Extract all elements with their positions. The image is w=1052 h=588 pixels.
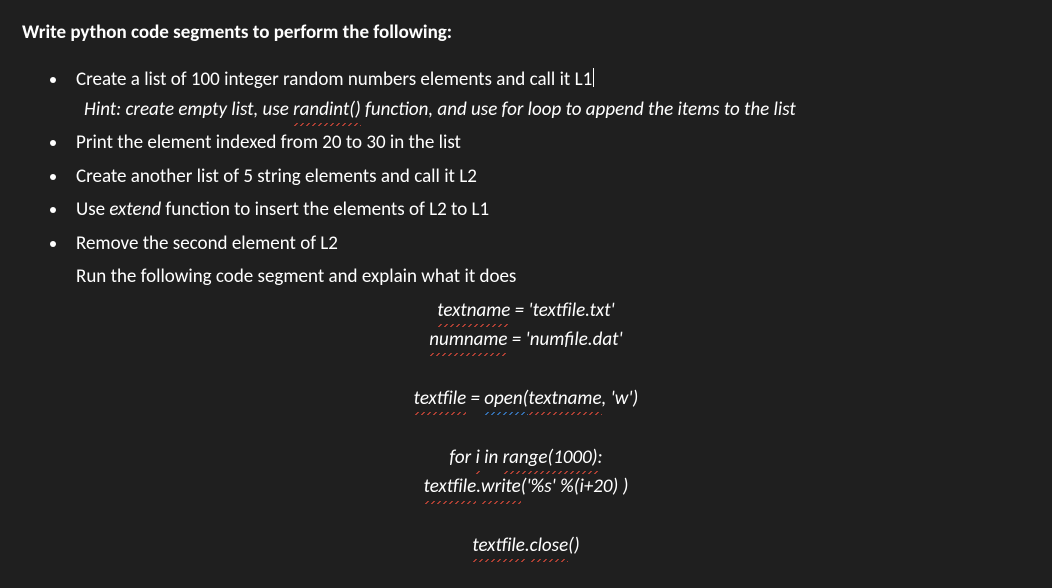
code-textfile-3: textfile bbox=[472, 531, 525, 560]
bullet-1: Create a list of 100 integer random numb… bbox=[68, 63, 1030, 126]
hint-randint: randint() bbox=[293, 95, 361, 124]
hint-pre: Hint: create empty list, use bbox=[84, 98, 293, 121]
code-textname: textname bbox=[437, 296, 510, 325]
code-block: textname = 'textfile.txt' numname = 'num… bbox=[22, 296, 1030, 561]
code-line-5: textfile.write('%s' %(i+20) ) bbox=[22, 472, 1030, 501]
code-l4-post: : bbox=[598, 446, 603, 469]
code-open-arg: textname bbox=[528, 384, 601, 413]
code-textfile-2: textfile bbox=[424, 472, 477, 501]
bullet-4-post: function to insert the elements of L2 to… bbox=[161, 198, 489, 221]
bullet-5: Remove the second element of L2 bbox=[68, 227, 1030, 260]
code-blank-2 bbox=[22, 413, 1030, 442]
code-i: i bbox=[475, 443, 479, 472]
bullet-6-text: Run the following code segment and expla… bbox=[76, 265, 516, 288]
code-l5-rest: ('%s' %(i+20) ) bbox=[521, 475, 629, 498]
code-close: close bbox=[530, 531, 568, 560]
code-l2-rest: = 'numfile.dat' bbox=[508, 328, 623, 351]
code-l6-rest: () bbox=[568, 534, 580, 557]
bullet-5-text: Remove the second element of L2 bbox=[76, 232, 338, 255]
code-line-2: numname = 'numfile.dat' bbox=[22, 325, 1030, 354]
code-line-3: textfile = open(textname, 'w') bbox=[22, 384, 1030, 413]
code-l3-eq: = bbox=[466, 387, 484, 410]
code-l3-rest: , 'w') bbox=[602, 387, 639, 410]
code-blank-1 bbox=[22, 354, 1030, 383]
bullet-2-text: Print the element indexed from 20 to 30 … bbox=[76, 131, 461, 154]
code-blank-3 bbox=[22, 502, 1030, 531]
code-numname: numname bbox=[429, 325, 507, 354]
bullet-1-hint: Hint: create empty list, use randint() f… bbox=[76, 95, 1030, 124]
bullet-2: Print the element indexed from 20 to 30 … bbox=[68, 126, 1030, 159]
code-l1-rest: = 'textfile.txt' bbox=[510, 299, 614, 322]
bullet-4-pre: Use bbox=[76, 198, 109, 221]
hint-post: function, and use for loop to append the… bbox=[361, 98, 796, 121]
document-page: Write python code segments to perform th… bbox=[0, 0, 1052, 560]
bullet-6: Run the following code segment and expla… bbox=[68, 260, 1030, 293]
text-cursor bbox=[593, 68, 594, 88]
bullet-1-text: Create a list of 100 integer random numb… bbox=[76, 68, 592, 91]
code-l4-mid: in bbox=[480, 446, 503, 469]
code-range: range(1000) bbox=[503, 443, 598, 472]
bullet-3: Create another list of 5 string elements… bbox=[68, 160, 1030, 193]
bullet-4: Use extend function to insert the elemen… bbox=[68, 193, 1030, 226]
code-open: open( bbox=[484, 384, 528, 413]
bullet-list: Create a list of 100 integer random numb… bbox=[68, 63, 1030, 293]
code-write: write bbox=[481, 472, 521, 501]
code-line-4: for i in range(1000): bbox=[22, 443, 1030, 472]
code-l4-pre: for bbox=[449, 446, 475, 469]
code-line-1: textname = 'textfile.txt' bbox=[22, 296, 1030, 325]
code-textfile-1: textfile bbox=[414, 384, 467, 413]
code-line-6: textfile.close() bbox=[22, 531, 1030, 560]
heading: Write python code segments to perform th… bbox=[22, 18, 1030, 47]
bullet-3-text: Create another list of 5 string elements… bbox=[76, 165, 477, 188]
bullet-4-em: extend bbox=[109, 198, 161, 221]
